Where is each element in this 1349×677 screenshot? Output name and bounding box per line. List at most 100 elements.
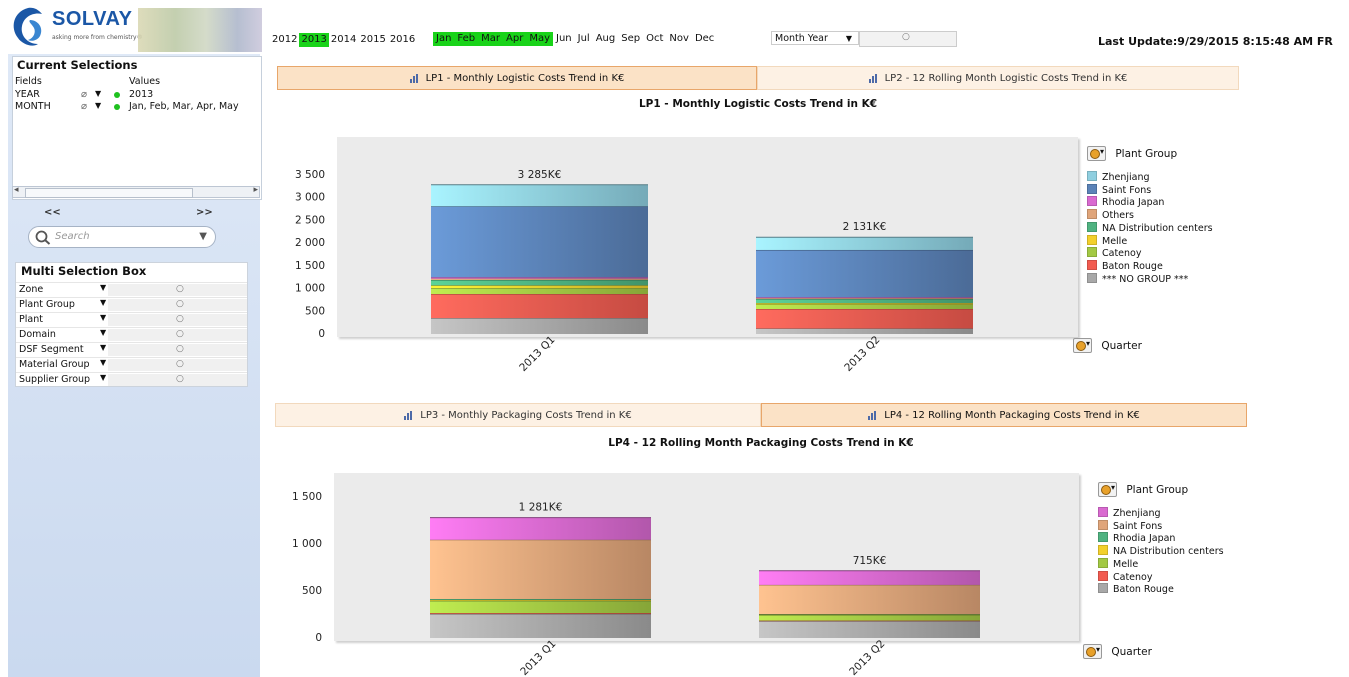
month-oct[interactable]: Oct [643,32,666,46]
legend-swatch [1087,196,1097,207]
bar-segment-baton-rouge[interactable] [430,614,651,638]
bar-segment-zhenjiang[interactable] [430,517,651,540]
bar-segment-no-group[interactable] [431,318,648,334]
year-2013[interactable]: 2013 [299,33,329,47]
chevron-down-icon[interactable]: ▼ [100,343,106,352]
month-jul[interactable]: Jul [575,32,593,46]
bar-segment-zhenjiang[interactable] [759,570,980,585]
year-2015[interactable]: 2015 [358,33,387,47]
eraser-icon[interactable]: ⌀ [81,101,87,112]
bar-segment-zhenjiang[interactable] [431,184,648,207]
legend-item[interactable]: NA Distribution centers [1087,221,1213,234]
search-box[interactable]: Search ▼ [28,226,216,248]
chevron-down-icon[interactable]: ▼ [100,313,106,322]
tab-lp2[interactable]: LP2 - 12 Rolling Month Logistic Costs Tr… [757,66,1239,90]
legend-item[interactable]: Rhodia Japan [1087,196,1164,208]
cycle-icon[interactable] [1087,146,1106,161]
legend-item[interactable]: *** NO GROUP *** [1087,272,1188,285]
bar-segment-catenoy[interactable] [756,304,973,310]
horizontal-scrollbar[interactable]: ◂ ▸ [12,185,260,198]
bar-segment-saint-fons[interactable] [759,584,980,615]
multi-selection-row[interactable]: Zone ▼ ○ [16,282,247,297]
bar-segment-catenoy[interactable] [431,288,648,295]
tab-lp3[interactable]: LP3 - Monthly Packaging Costs Trend in K… [275,403,761,427]
bar-total-label: 1 281K€ [519,502,563,514]
multi-selection-row[interactable]: Plant Group ▼ ○ [16,297,247,312]
month-dec[interactable]: Dec [692,32,717,46]
month-jun[interactable]: Jun [553,32,575,46]
bar-segment-baton-rouge[interactable] [756,309,973,329]
month-jan[interactable]: Jan [433,32,455,46]
chart1-dimension-cycle[interactable]: Quarter [1073,338,1142,353]
legend-item[interactable]: Melle [1087,234,1127,247]
chevron-down-icon[interactable]: ▼ [100,328,106,337]
cycle-icon[interactable] [1073,338,1092,353]
month-sep[interactable]: Sep [618,32,643,46]
month-feb[interactable]: Feb [454,32,479,46]
month-year-dropdown[interactable]: Month Year ▼ [771,31,859,45]
bar-segment-melle[interactable] [430,600,651,614]
prev-button[interactable]: << [44,207,61,218]
cycle-icon[interactable] [1083,644,1102,659]
legend-label: Zhenjiang [1102,172,1150,183]
multi-selection-row[interactable]: Plant ▼ ○ [16,312,247,327]
legend-label: Saint Fons [1102,184,1152,196]
multi-selection-row[interactable]: Material Group ▼ ○ [16,357,247,372]
bar-segment-saint-fons[interactable] [431,206,648,278]
legend-item[interactable]: Saint Fons [1087,183,1152,196]
month-nov[interactable]: Nov [666,32,692,46]
cycle-icon[interactable] [1098,482,1117,497]
tab-lp1[interactable]: LP1 - Monthly Logistic Costs Trend in K€ [277,66,757,90]
next-button[interactable]: >> [196,207,213,218]
chevron-down-icon[interactable]: ▼ [100,298,106,307]
year-2014[interactable]: 2014 [329,33,358,47]
bar-segment-saint-fons[interactable] [430,539,651,599]
chevron-down-icon[interactable]: ▼ [100,358,106,367]
scroll-thumb[interactable] [25,188,193,198]
multi-selection-row[interactable]: Domain ▼ ○ [16,327,247,342]
legend-item[interactable]: Saint Fons [1098,519,1162,532]
bar-segment-no-group[interactable] [756,328,973,334]
month-mar[interactable]: Mar [478,32,504,46]
bar-segment-zhenjiang[interactable] [756,237,973,250]
multi-selection-row[interactable]: Supplier Group ▼ ○ [16,372,247,387]
legend-item[interactable]: Zhenjiang [1087,171,1150,183]
legend-item[interactable]: Baton Rouge [1098,583,1174,595]
chevron-down-icon[interactable]: ▼ [100,373,106,382]
chevron-down-icon[interactable]: ▼ [100,283,106,292]
legend-item[interactable]: Zhenjiang [1098,507,1161,519]
tab-lp4[interactable]: LP4 - 12 Rolling Month Packaging Costs T… [761,403,1247,427]
tab-lp4-label: LP4 - 12 Rolling Month Packaging Costs T… [884,409,1140,421]
bar-segment-melle[interactable] [759,614,980,621]
legend-item[interactable]: Catenoy [1087,247,1141,259]
fields-header: Fields [15,76,42,87]
chevron-down-icon[interactable]: ▼ [95,101,101,110]
legend-item[interactable]: Catenoy [1098,570,1152,583]
selected-dot-icon [114,92,120,98]
chart2-dimension-cycle[interactable]: Quarter [1083,644,1152,659]
month-apr[interactable]: Apr [503,32,527,46]
scroll-right-icon[interactable]: ▸ [253,185,258,195]
month-aug[interactable]: Aug [593,32,619,46]
bar-segment-baton-rouge[interactable] [431,294,648,319]
bar-segment-na-distribution-centers[interactable] [756,299,973,304]
legend-item[interactable]: NA Distribution centers [1098,545,1224,557]
eraser-icon[interactable]: ⌀ [81,89,87,100]
y-tick-label: 3 000 [295,192,325,204]
year-2016[interactable]: 2016 [388,33,417,47]
multi-selection-row[interactable]: DSF Segment ▼ ○ [16,342,247,357]
scroll-left-icon[interactable]: ◂ [14,185,19,195]
legend-label: Melle [1113,558,1139,570]
month-may[interactable]: May [526,32,554,46]
chevron-down-icon[interactable]: ▼ [95,89,101,98]
bar-segment-baton-rouge[interactable] [759,621,980,638]
month-year-selection[interactable]: ○ [859,31,957,47]
bar-segment-saint-fons[interactable] [756,249,973,298]
legend-item[interactable]: Others [1087,209,1134,221]
legend-item[interactable]: Melle [1098,557,1139,570]
bar-segment-na-distribution-centers[interactable] [431,279,648,286]
year-2012[interactable]: 2012 [270,33,299,47]
legend-item[interactable]: Rhodia Japan [1098,532,1175,544]
legend-item[interactable]: Baton Rouge [1087,259,1163,272]
chevron-down-icon[interactable]: ▼ [199,231,207,242]
